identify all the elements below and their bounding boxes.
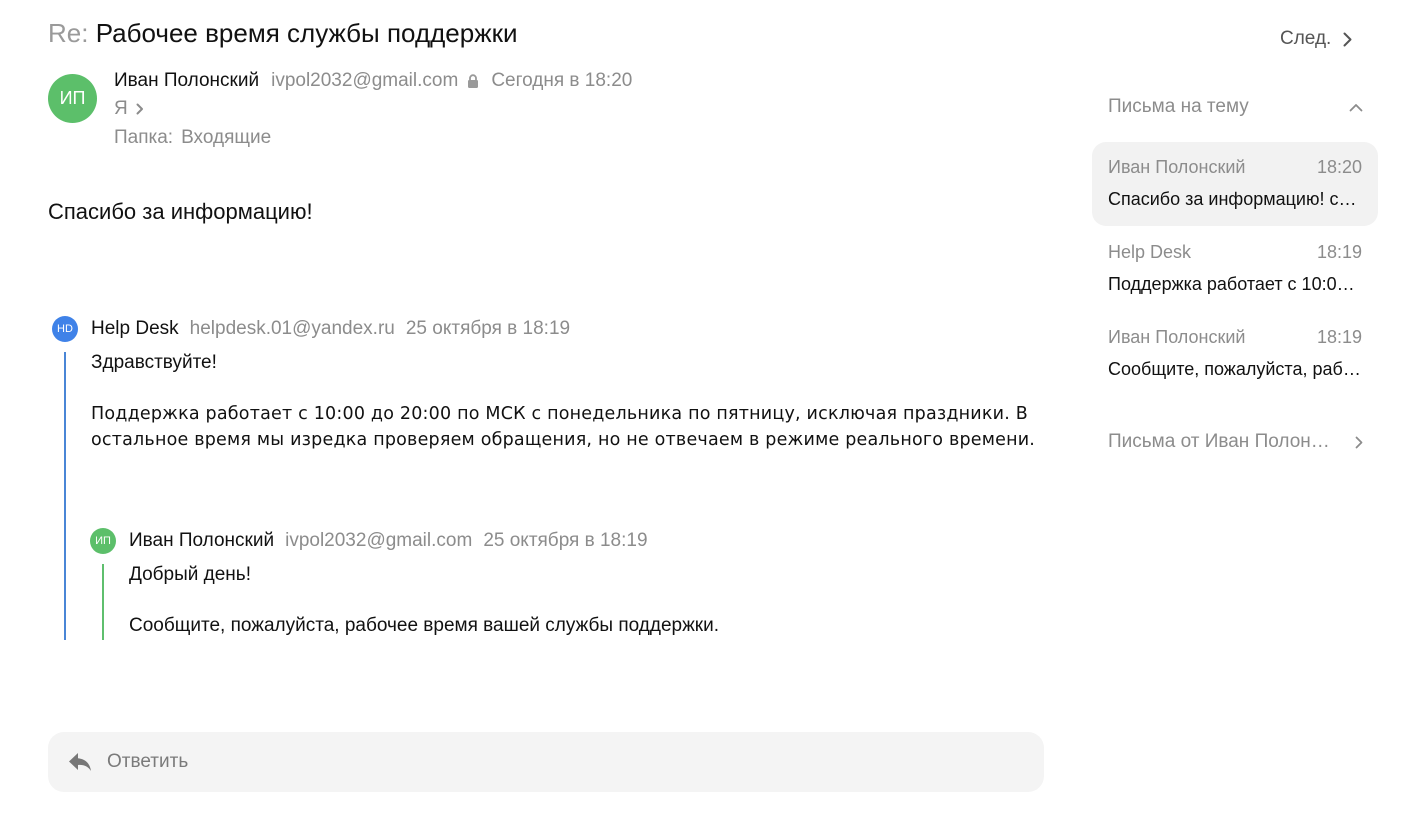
- thread-item[interactable]: Иван Полонский 18:20 Спасибо за информац…: [1092, 142, 1378, 226]
- quote-avatar-helpdesk: HD: [52, 316, 78, 342]
- chevron-right-icon: [1343, 32, 1352, 47]
- quote-avatar-initials: HD: [57, 323, 73, 335]
- sender-name[interactable]: Иван Полонский: [114, 68, 259, 94]
- chevron-right-icon: [136, 103, 144, 115]
- quote-body-line: Поддержка работает с 10:00 до 20:00 по М…: [91, 404, 1028, 424]
- quote-sender-name: Иван Полонский: [129, 530, 275, 551]
- message-date: Сегодня в 18:20: [491, 70, 633, 91]
- thread-item-meta: Help Desk 18:19: [1108, 240, 1362, 264]
- quote-date: 25 октября в 18:19: [483, 530, 648, 551]
- quote-header-helpdesk: Help Desk helpdesk.01@yandex.ru 25 октяб…: [91, 316, 570, 342]
- thread-item-time: 18:19: [1316, 242, 1362, 262]
- sender-email[interactable]: ivpol2032@gmail.com: [271, 68, 458, 94]
- reply-button[interactable]: Ответить: [48, 732, 1044, 792]
- thread-item-sender: Иван Полонский: [1108, 157, 1246, 177]
- thread-item[interactable]: Help Desk 18:19 Поддержка работает с 10:…: [1092, 227, 1378, 311]
- quote-sender-email: ivpol2032@gmail.com: [285, 530, 473, 551]
- letters-from-label: Письма от Иван Полонс...: [1108, 431, 1336, 452]
- folder-line: Папка: Входящие: [114, 125, 271, 151]
- quote-body-line: остальное время мы изредка проверяем обр…: [91, 430, 1036, 450]
- recipient-toggle[interactable]: Я: [114, 96, 144, 122]
- letters-from-sender-link[interactable]: Письма от Иван Полонс...: [1108, 429, 1363, 455]
- sender-avatar-initials: ИП: [59, 88, 86, 108]
- thread-header-label: Письма на тему: [1108, 96, 1249, 117]
- message-body: Спасибо за информацию!: [48, 199, 313, 224]
- thread-item-snippet: Сообщите, пожалуйста, рабо...: [1108, 359, 1362, 379]
- thread-item-meta: Иван Полонский 18:20: [1108, 155, 1362, 179]
- recipient-name: Я: [114, 98, 128, 119]
- folder-label: Папка:: [114, 127, 174, 148]
- thread-item[interactable]: Иван Полонский 18:19 Сообщите, пожалуйст…: [1092, 312, 1378, 396]
- next-label: След.: [1280, 28, 1332, 49]
- quote-date: 25 октября в 18:19: [405, 318, 571, 339]
- quote-greeting: Добрый день!: [129, 564, 251, 585]
- reply-label: Ответить: [107, 751, 189, 772]
- reply-arrow-icon: [68, 752, 92, 772]
- chevron-up-icon: [1349, 103, 1363, 112]
- quote-sender-email: helpdesk.01@yandex.ru: [189, 318, 395, 339]
- subject-prefix: Re:: [48, 18, 89, 48]
- quote-greeting: Здравствуйте!: [91, 352, 217, 373]
- thread-item-sender: Help Desk: [1108, 242, 1192, 262]
- quote-bar-ivan: [102, 564, 104, 640]
- sender-line: Иван Полонский ivpol2032@gmail.com Сегод…: [114, 68, 632, 94]
- sender-avatar[interactable]: ИП: [48, 74, 97, 123]
- quote-header-ivan: Иван Полонский ivpol2032@gmail.com 25 ок…: [129, 528, 648, 554]
- thread-collapse-toggle[interactable]: Письма на тему: [1108, 94, 1363, 120]
- chevron-right-icon: [1355, 436, 1363, 449]
- subject-title: Рабочее время службы поддержки: [95, 18, 518, 48]
- message-subject: Re: Рабочее время службы поддержки: [48, 16, 518, 50]
- thread-item-meta: Иван Полонский 18:19: [1108, 325, 1362, 349]
- thread-item-snippet: Поддержка работает с 10:00 ...: [1108, 274, 1362, 294]
- quote-avatar-ivan: ИП: [90, 528, 116, 554]
- folder-link[interactable]: Входящие: [181, 127, 271, 148]
- quote-body-ivan: Сообщите, пожалуйста, рабочее время ваше…: [129, 615, 720, 636]
- next-message-button[interactable]: След.: [1280, 26, 1352, 52]
- thread-item-time: 18:20: [1316, 157, 1362, 177]
- thread-item-sender: Иван Полонский: [1108, 327, 1246, 347]
- mail-viewer: Re: Рабочее время службы поддержки ИП Ив…: [0, 0, 1423, 829]
- quote-body-helpdesk: Поддержка работает с 10:00 до 20:00 по М…: [91, 401, 1035, 453]
- quote-avatar-initials: ИП: [95, 535, 111, 547]
- quote-bar-helpdesk: [64, 352, 66, 640]
- thread-item-time: 18:19: [1316, 327, 1362, 347]
- quote-sender-name: Help Desk: [91, 318, 179, 339]
- thread-item-snippet: Спасибо за информацию! ср,...: [1108, 189, 1362, 209]
- lock-icon: [467, 74, 479, 88]
